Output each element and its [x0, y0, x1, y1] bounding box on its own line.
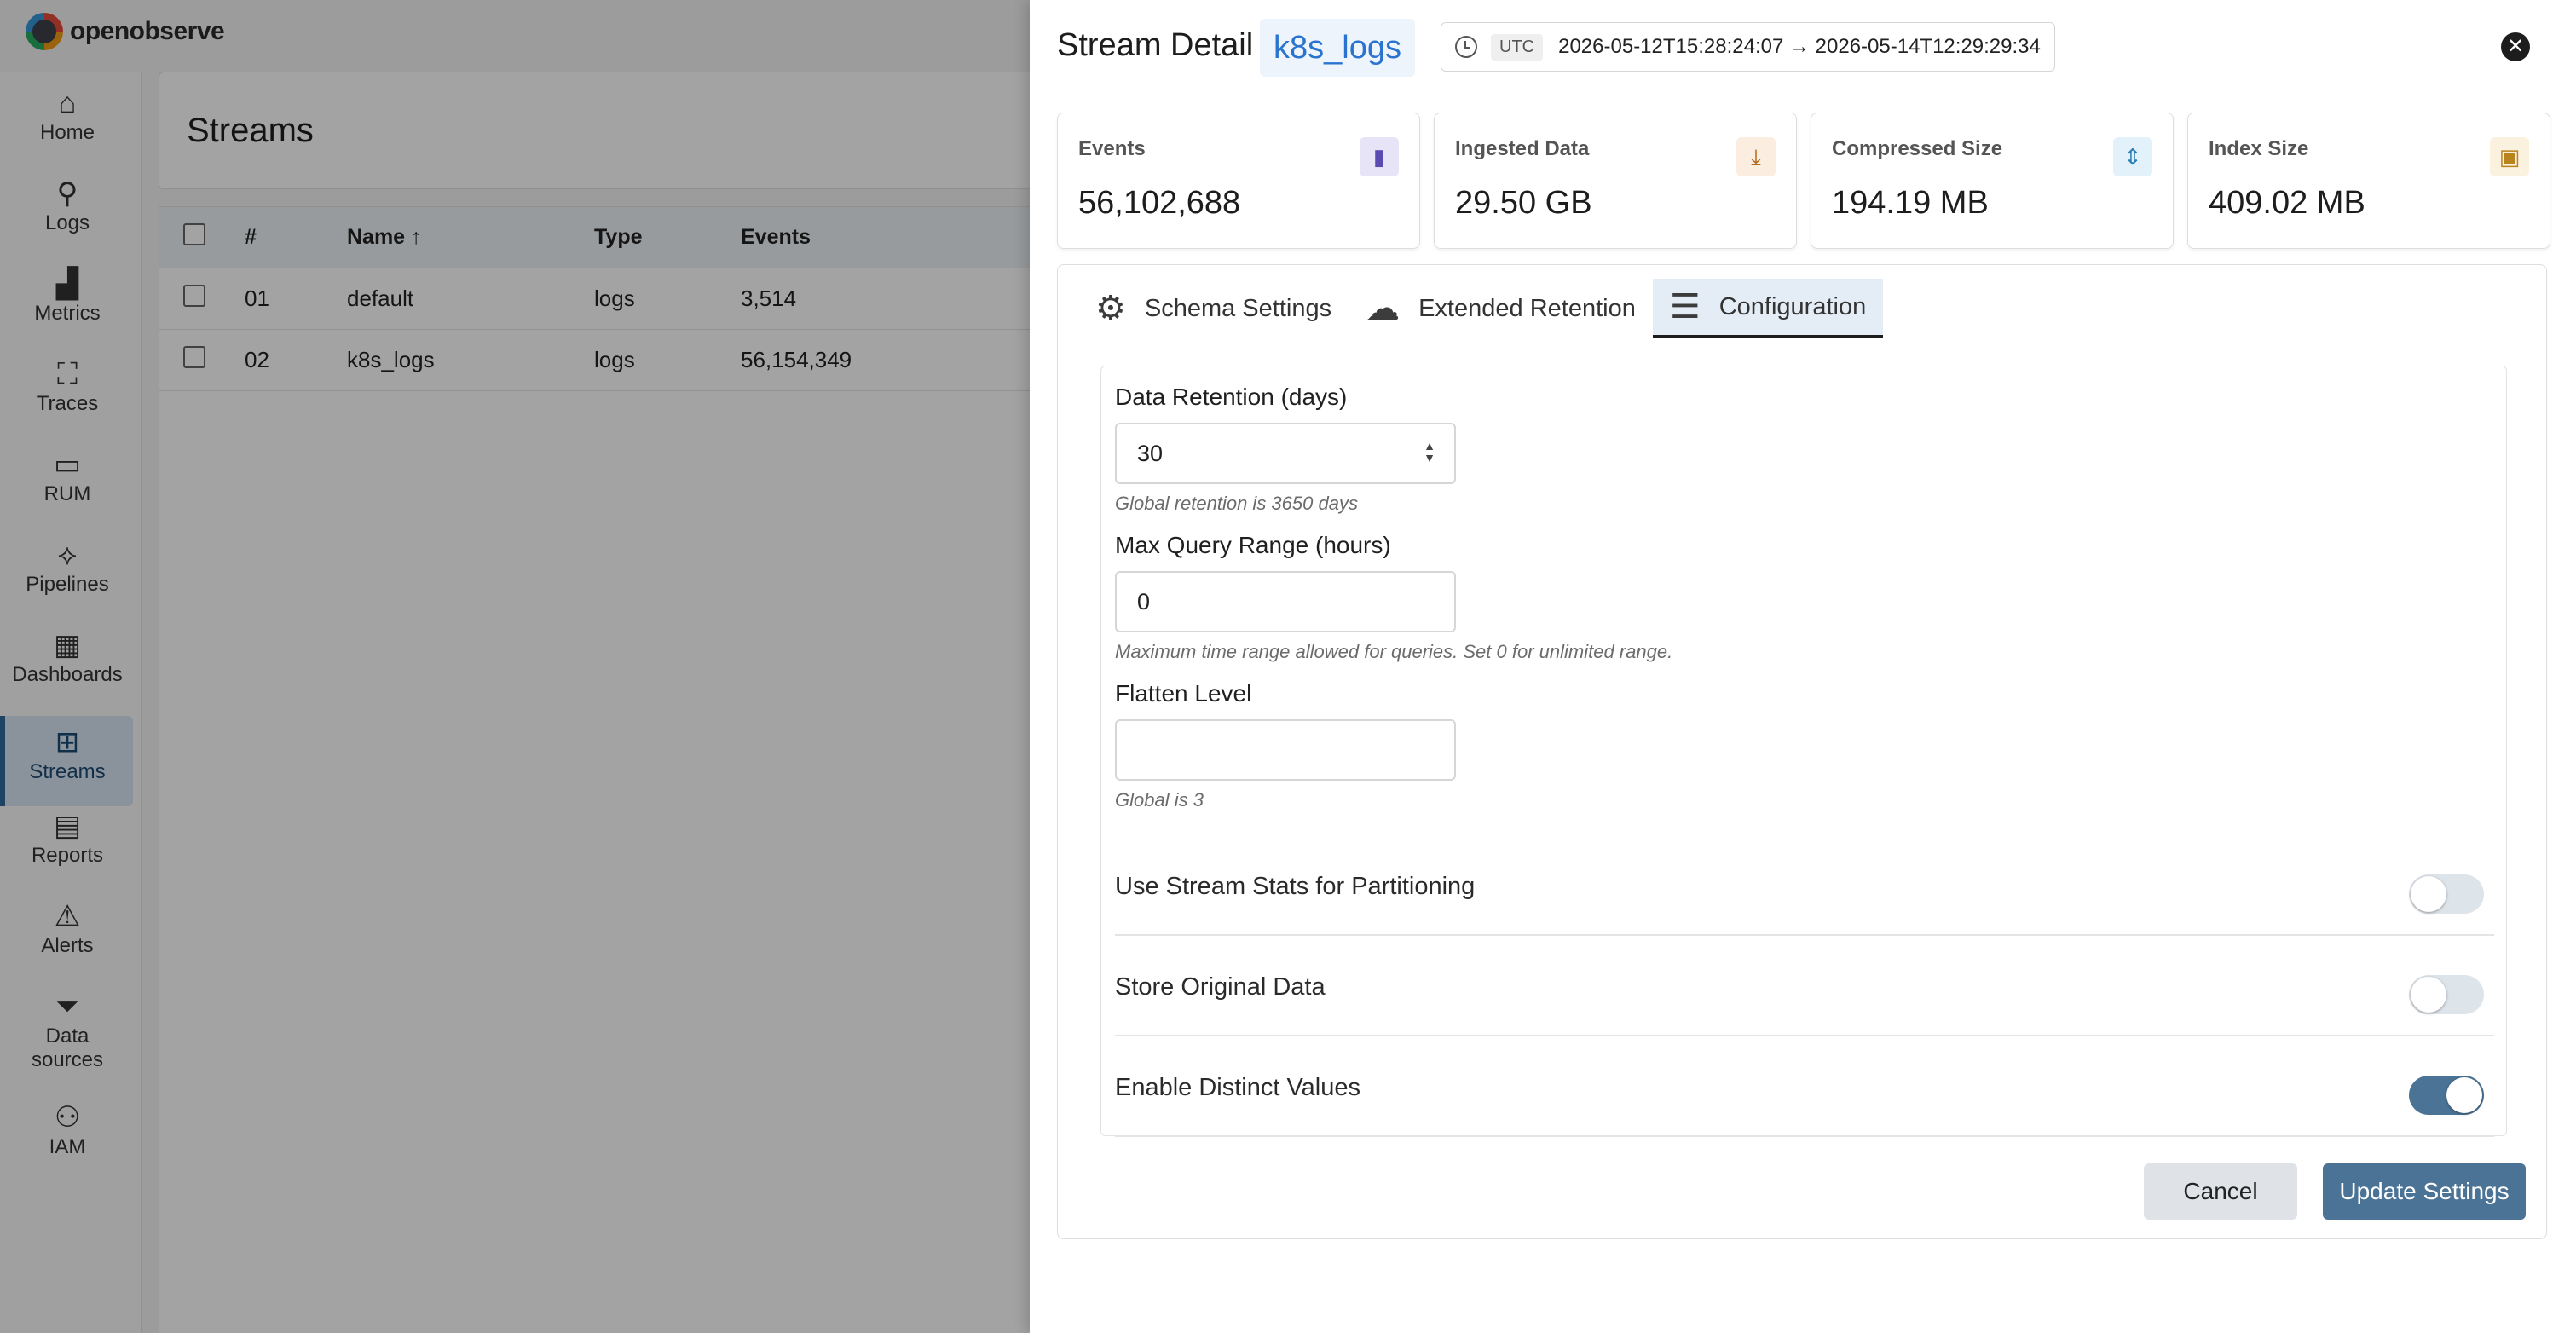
max-query-range-input[interactable]: 0	[1115, 571, 1456, 632]
data-retention-label: Data Retention (days)	[1115, 384, 1348, 410]
cancel-button[interactable]: Cancel	[2144, 1163, 2297, 1220]
stream-name-badge: k8s_logs	[1260, 19, 1415, 77]
data-retention-value: 30	[1137, 441, 1164, 466]
settings-panel: ⚙ Schema Settings ☁ Extended Retention ☰ Conf…	[1057, 264, 2547, 1239]
toggle-row-stream-stats: Use Stream Stats for Partitioning	[1115, 835, 2494, 936]
tab-label: Extended Retention	[1418, 294, 1636, 322]
modal-backdrop[interactable]	[0, 0, 1030, 1333]
tune-icon: ☰	[1669, 288, 1701, 326]
flatten-level-label: Flatten Level	[1115, 680, 1252, 707]
toggle-label: Store Original Data	[1115, 973, 1326, 1001]
stat-card-index-size: Index Size 409.02 MB ▣	[2187, 113, 2550, 249]
tab-configuration[interactable]: ☰ Configuration	[1652, 279, 1884, 338]
settings-tabs: ⚙ Schema Settings ☁ Extended Retention ☰ Conf…	[1078, 279, 1884, 338]
stat-label: Ingested Data	[1455, 137, 1590, 160]
time-range-text: 2026-05-12T15:28:24:07 → 2026-05-14T12:2…	[1558, 35, 2041, 58]
store-original-data-toggle[interactable]	[2409, 975, 2484, 1014]
toggle-row-distinct-values: Enable Distinct Values	[1115, 1036, 2494, 1137]
bar-chart-icon: ▮	[1360, 137, 1399, 176]
stream-stats-partitioning-toggle[interactable]	[2409, 874, 2484, 914]
stat-value: 194.19 MB	[1832, 185, 1989, 221]
number-stepper-icon[interactable]: ▲ ▼	[1424, 440, 1435, 464]
tab-extended-retention[interactable]: ☁ Extended Retention	[1349, 279, 1653, 338]
toggle-row-store-original: Store Original Data	[1115, 936, 2494, 1036]
time-range-display: UTC 2026-05-12T15:28:24:07 → 2026-05-14T…	[1441, 22, 2055, 72]
stat-value: 29.50 GB	[1455, 185, 1592, 221]
flatten-level-hint: Global is 3	[1115, 789, 1204, 811]
stat-card-ingested-data: Ingested Data 29.50 GB ⤓	[1434, 113, 1797, 249]
stat-value: 56,102,688	[1078, 185, 1241, 221]
max-query-range-label: Max Query Range (hours)	[1115, 532, 1391, 558]
compress-icon: ⇕	[2113, 137, 2152, 176]
clock-icon	[1455, 36, 1477, 58]
update-settings-button[interactable]: Update Settings	[2323, 1163, 2526, 1220]
data-retention-hint: Global retention is 3650 days	[1115, 493, 1358, 514]
toggle-label: Enable Distinct Values	[1115, 1074, 1361, 1101]
toggle-label: Use Stream Stats for Partitioning	[1115, 873, 1476, 900]
cloud-upload-icon: ☁	[1366, 290, 1401, 327]
enable-distinct-values-toggle[interactable]	[2409, 1076, 2484, 1115]
stat-label: Compressed Size	[1832, 137, 2003, 160]
stat-label: Events	[1078, 137, 1146, 160]
max-query-range-value: 0	[1137, 589, 1151, 615]
save-icon: ▣	[2490, 137, 2529, 176]
timezone-badge: UTC	[1491, 33, 1544, 61]
gear-icon: ⚙	[1095, 290, 1126, 327]
tab-label: Configuration	[1718, 292, 1867, 320]
stat-card-compressed-size: Compressed Size 194.19 MB ⇕	[1811, 113, 2174, 249]
close-icon[interactable]: ✕	[2501, 32, 2530, 61]
stat-card-events: Events 56,102,688 ▮	[1057, 113, 1420, 249]
configuration-form: Data Retention (days) 30 ▲ ▼ Global reten…	[1100, 366, 2507, 1137]
tab-schema-settings[interactable]: ⚙ Schema Settings	[1078, 279, 1349, 338]
drawer-title: Stream Detail	[1057, 27, 1254, 63]
download-tray-icon: ⤓	[1736, 137, 1776, 176]
tab-label: Schema Settings	[1144, 294, 1332, 322]
stat-label: Index Size	[2209, 137, 2309, 160]
drawer-header: Stream Detail k8s_logs UTC 2026-05-12T15…	[1030, 0, 2576, 95]
stat-value: 409.02 MB	[2209, 185, 2365, 221]
data-retention-input[interactable]: 30 ▲ ▼	[1115, 423, 1456, 484]
max-query-range-hint: Maximum time range allowed for queries. …	[1115, 641, 1673, 662]
stream-detail-drawer: Stream Detail k8s_logs UTC 2026-05-12T15…	[1030, 0, 2576, 1333]
flatten-level-input[interactable]	[1115, 719, 1456, 781]
